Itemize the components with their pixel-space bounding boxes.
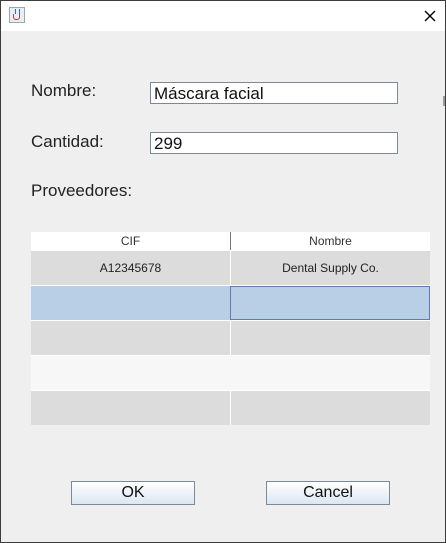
table-header: CIF Nombre [31, 232, 430, 250]
table-cell-cif[interactable] [31, 391, 230, 425]
table-cell-nombre[interactable] [230, 286, 430, 320]
dialog-window: Nombre: Máscara facial Cantidad: 299 Pro… [0, 0, 446, 543]
cantidad-label: Cantidad: [31, 132, 104, 151]
column-header-nombre[interactable]: Nombre [231, 232, 430, 250]
cancel-button[interactable]: Cancel [266, 481, 390, 505]
table-row[interactable] [31, 390, 430, 425]
table-cell-cif[interactable] [31, 356, 230, 390]
nombre-field[interactable]: Máscara facial [150, 82, 398, 104]
proveedores-label: Proveedores: [31, 181, 133, 200]
table-cell-cif[interactable] [31, 321, 230, 355]
column-header-cif[interactable]: CIF [31, 232, 231, 250]
table-cell-cif[interactable] [31, 286, 230, 320]
ok-button[interactable]: OK [71, 481, 195, 505]
table-row[interactable] [31, 355, 430, 390]
table-cell-nombre[interactable]: Dental Supply Co. [230, 251, 430, 285]
proveedores-table[interactable]: CIF Nombre A12345678 Dental Supply Co. [31, 232, 430, 425]
title-bar[interactable] [1, 1, 445, 31]
close-icon [424, 10, 436, 22]
table-cell-nombre[interactable] [230, 321, 430, 355]
nombre-label: Nombre: [31, 81, 97, 100]
java-app-icon [9, 7, 25, 23]
window-edge-mark [443, 96, 445, 106]
table-row-selected[interactable] [31, 285, 430, 320]
table-cell-nombre[interactable] [230, 391, 430, 425]
table-cell-cif[interactable]: A12345678 [31, 251, 230, 285]
close-button[interactable] [415, 1, 445, 31]
cantidad-field[interactable]: 299 [150, 132, 398, 154]
table-row[interactable] [31, 320, 430, 355]
table-cell-nombre[interactable] [230, 356, 430, 390]
table-row[interactable]: A12345678 Dental Supply Co. [31, 250, 430, 285]
